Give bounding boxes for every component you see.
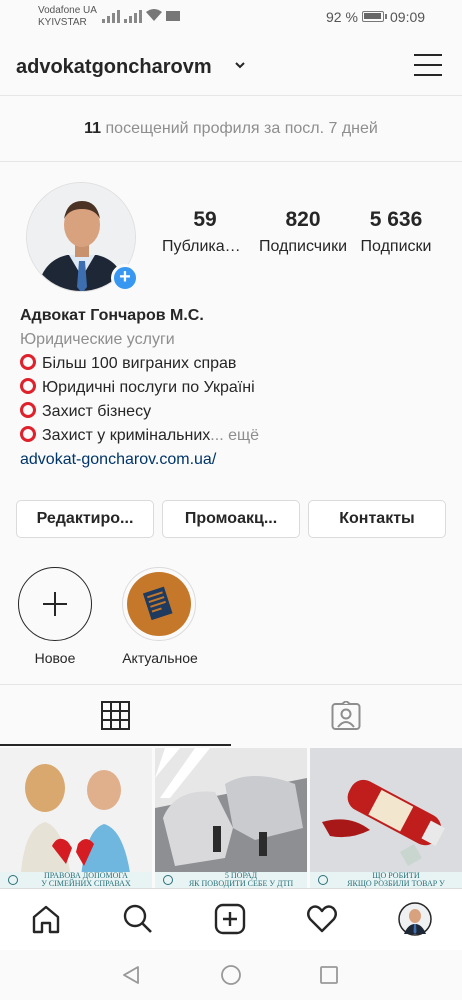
new-post-icon[interactable] <box>214 903 246 935</box>
back-icon[interactable] <box>120 964 142 986</box>
profile-header: advokatgoncharovm <box>0 34 462 96</box>
post-caption: 5 ПОРАД ЯК ПОВОДИТИ СЕБЕ У ДТП <box>155 872 307 888</box>
bio-line: Більш 100 виграних справ <box>20 352 440 376</box>
tagged-icon[interactable] <box>331 701 361 731</box>
activity-heart-icon[interactable] <box>306 903 338 935</box>
post-image <box>310 748 462 888</box>
profile-visits-banner[interactable]: 11 посещений профиля за посл. 7 дней <box>0 96 462 162</box>
stat-following-label: Подписки <box>360 238 432 255</box>
bio-line: Юридичні послуги по Україні <box>20 376 440 400</box>
profile-tabs <box>0 684 462 746</box>
add-story-button[interactable]: + <box>111 264 139 292</box>
battery-percent: 92 % <box>326 9 358 25</box>
contacts-button[interactable]: Контакты <box>308 500 446 538</box>
carrier-info: Vodafone UA KYIVSTAR <box>38 5 97 29</box>
mail-icon <box>166 11 180 21</box>
highlight-actual[interactable] <box>122 567 196 641</box>
new-highlight-button[interactable] <box>18 567 92 641</box>
wifi-icon <box>146 9 162 21</box>
chevron-down-icon[interactable] <box>234 60 246 70</box>
stat-following-count: 5 636 <box>369 208 423 231</box>
post-image <box>0 748 152 888</box>
post-image <box>155 748 307 888</box>
edit-profile-button[interactable]: Редактиро... <box>16 500 154 538</box>
profile-category: Юридические услуги <box>20 331 175 348</box>
law-logo-icon <box>318 875 328 885</box>
profile-bio: Адвокат Гончаров М.С. Юридические услуги… <box>20 304 440 472</box>
profile-name: Адвокат Гончаров М.С. <box>20 307 204 324</box>
visits-text: посещений профиля за посл. 7 дней <box>105 120 378 137</box>
carrier-primary: Vodafone UA <box>38 5 97 16</box>
website-link[interactable]: advokat-goncharov.com.ua/ <box>20 448 440 472</box>
battery-icon <box>362 11 387 22</box>
bio-line: Захист у кримінальних... ещё <box>20 424 440 448</box>
visits-count: 11 <box>84 120 102 137</box>
grid-icon[interactable] <box>101 701 130 730</box>
plus-icon <box>43 592 67 616</box>
bio-more-link[interactable]: ... ещё <box>210 427 259 444</box>
signal-icon <box>102 10 120 23</box>
highlight-actual-label: Актуальное <box>122 650 198 666</box>
status-bar: Vodafone UA KYIVSTAR 92 % 09:09 <box>0 0 462 34</box>
promotions-button[interactable]: Промоакц... <box>162 500 300 538</box>
red-circle-icon <box>20 378 36 394</box>
red-circle-icon <box>20 354 36 370</box>
home-icon[interactable] <box>30 903 62 935</box>
post-thumbnail[interactable]: 5 ПОРАД ЯК ПОВОДИТИ СЕБЕ У ДТП <box>155 748 307 888</box>
stat-posts-count: 59 <box>193 208 217 231</box>
post-thumbnail[interactable]: ПРАВОВА ДОПОМОГА У СІМЕЙНИХ СПРАВАХ <box>0 748 152 888</box>
stat-followers-count: 820 <box>285 208 321 231</box>
username-switcher[interactable]: advokatgoncharovm <box>16 56 212 79</box>
signal-icon-2 <box>124 10 142 23</box>
carrier-secondary: KYIVSTAR <box>38 17 87 28</box>
profile-avatar-icon[interactable] <box>398 902 432 936</box>
stat-posts-label: Публикации <box>162 238 248 255</box>
red-circle-icon <box>20 402 36 418</box>
stat-followers[interactable]: 820 Подписчики <box>258 208 348 256</box>
system-navigation-bar <box>0 950 462 1000</box>
post-thumbnail[interactable]: ЩО РОБИТИ ЯКЩО РОЗБИЛИ ТОВАР У <box>310 748 462 888</box>
stat-posts[interactable]: 59 Публикации <box>160 208 250 256</box>
bottom-navigation <box>0 888 462 950</box>
stat-following[interactable]: 5 636 Подписки <box>351 208 441 256</box>
home-circle-icon[interactable] <box>220 964 242 986</box>
post-caption: ПРАВОВА ДОПОМОГА У СІМЕЙНИХ СПРАВАХ <box>0 872 152 888</box>
menu-icon[interactable] <box>414 54 442 76</box>
document-icon <box>142 586 173 621</box>
highlight-new-label: Новое <box>34 650 76 666</box>
law-logo-icon <box>8 875 18 885</box>
red-circle-icon <box>20 426 36 442</box>
active-tab-indicator <box>0 744 231 746</box>
law-logo-icon <box>163 875 173 885</box>
stat-followers-label: Подписчики <box>259 238 347 255</box>
post-caption: ЩО РОБИТИ ЯКЩО РОЗБИЛИ ТОВАР У <box>310 872 462 888</box>
clock: 09:09 <box>390 9 426 25</box>
bio-line: Захист бізнесу <box>20 400 440 424</box>
recents-icon[interactable] <box>318 964 340 986</box>
search-icon[interactable] <box>122 903 154 935</box>
